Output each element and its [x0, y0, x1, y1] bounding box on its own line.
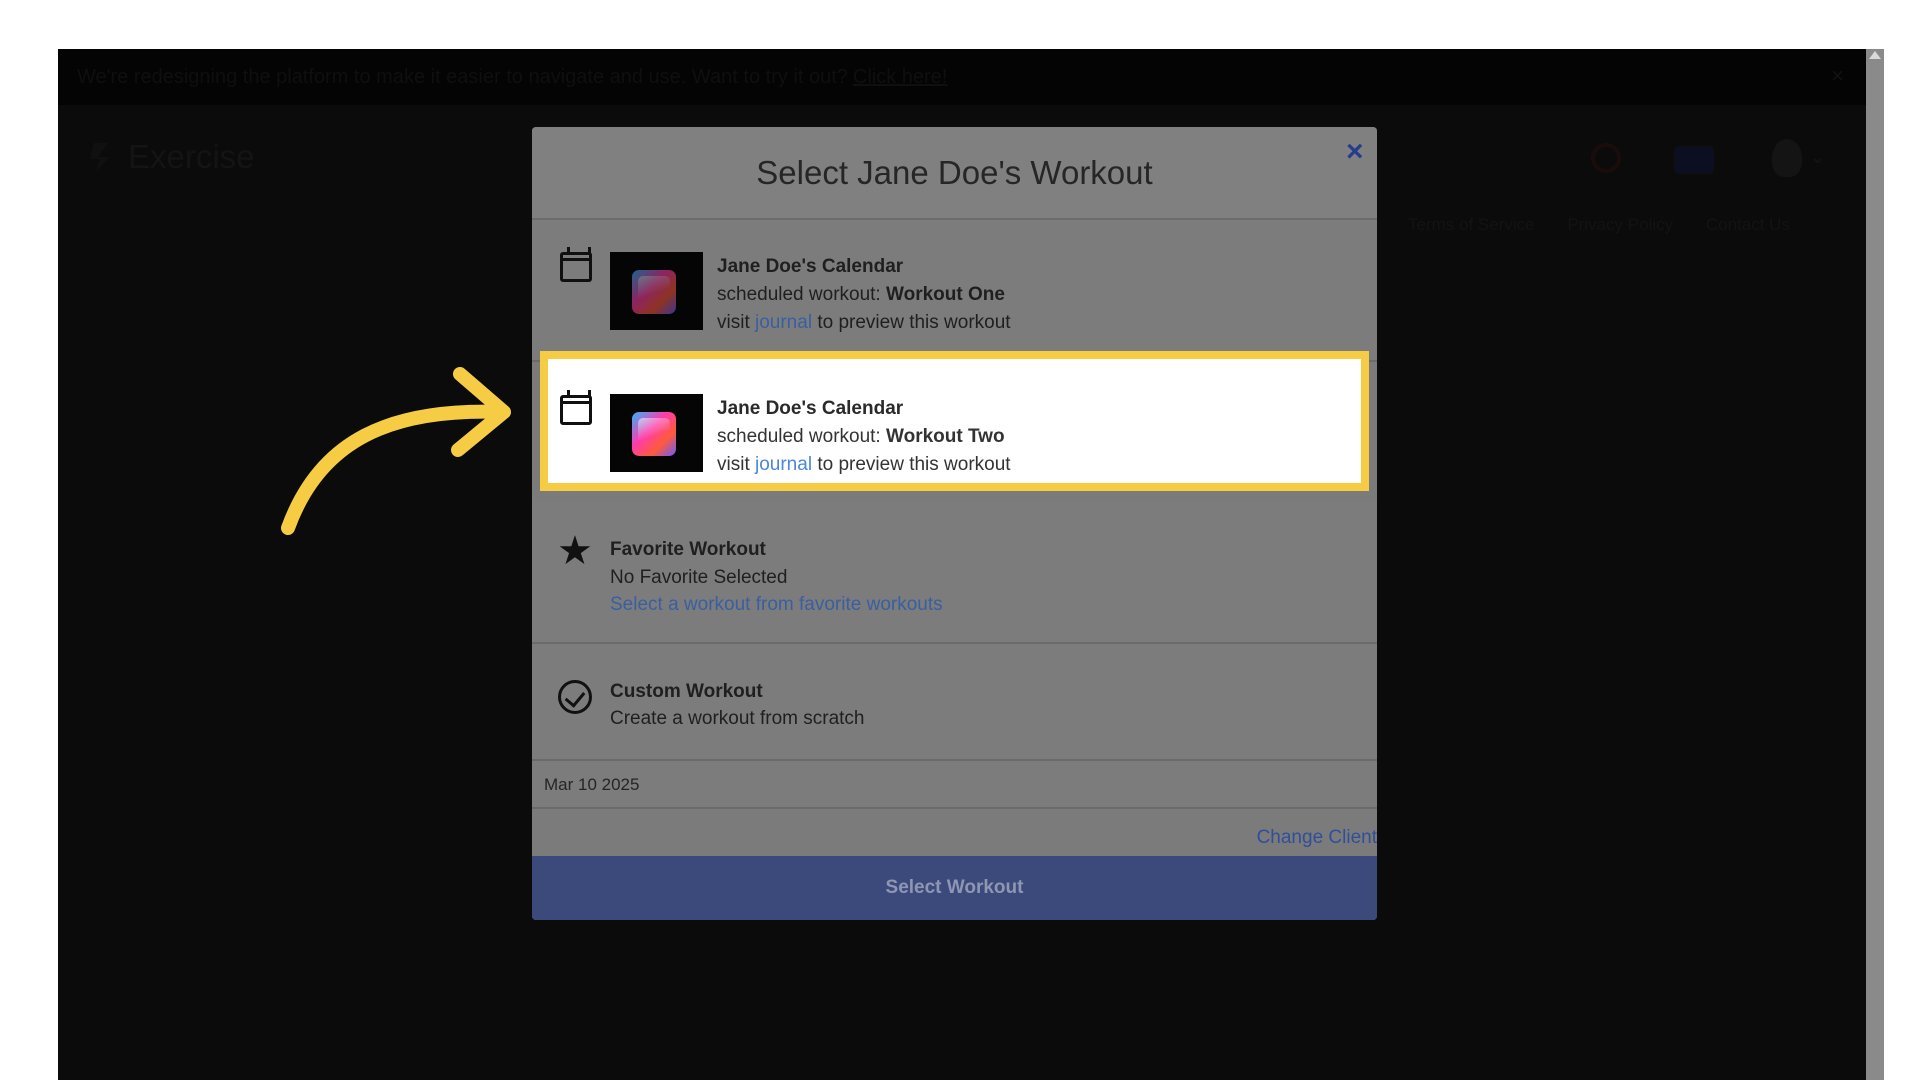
option-calendar-workout-one[interactable]: Jane Doe's Calendar scheduled workout: W… [532, 220, 1377, 362]
star-icon: ★ [557, 529, 593, 573]
workout-name: Workout Two [886, 426, 1005, 447]
notification-badge[interactable] [1674, 146, 1714, 174]
avatar[interactable] [1772, 139, 1802, 177]
footer-links: Terms of Service Privacy Policy Contact … [1408, 215, 1818, 235]
close-icon[interactable]: × [1346, 135, 1364, 169]
option-subtitle: Create a workout from scratch [610, 708, 865, 729]
option-calendar-workout-two[interactable]: Jane Doe's Calendar scheduled workout: W… [540, 351, 1369, 491]
privacy-link[interactable]: Privacy Policy [1567, 215, 1673, 234]
scroll-up-icon[interactable] [1869, 51, 1881, 59]
select-workout-modal: Select Jane Doe's Workout × Jane Doe's C… [532, 127, 1377, 920]
annotation-arrow-icon [281, 367, 511, 535]
workout-thumbnail [610, 252, 703, 330]
select-workout-button[interactable]: Select Workout [532, 856, 1377, 920]
option-scheduled-line: scheduled workout: Workout Two [717, 426, 1005, 447]
announcement-banner: We're redesigning the platform to make i… [58, 49, 1866, 105]
logo-icon [90, 143, 110, 171]
date-field[interactable]: Mar 10 2025 [532, 761, 1377, 809]
banner-link[interactable]: Click here! [853, 66, 947, 88]
journal-link[interactable]: journal [755, 312, 812, 333]
option-visit-line: visit journal to preview this workout [717, 454, 1011, 475]
option-custom-workout[interactable]: Custom Workout Create a workout from scr… [532, 644, 1377, 761]
option-title: Favorite Workout [610, 539, 766, 560]
banner-text: We're redesigning the platform to make i… [77, 66, 947, 89]
option-visit-line: visit journal to preview this workout [717, 312, 1011, 333]
banner-message: We're redesigning the platform to make i… [77, 66, 848, 88]
terms-link[interactable]: Terms of Service [1408, 215, 1535, 234]
check-circle-icon [558, 680, 592, 714]
calendar-icon [560, 247, 592, 282]
chevron-down-icon[interactable]: ⌄ [1810, 147, 1825, 168]
timer-icon[interactable] [1591, 143, 1621, 173]
option-subtitle: No Favorite Selected [610, 567, 788, 588]
option-title: Jane Doe's Calendar [717, 256, 904, 277]
banner-close-icon[interactable]: × [1831, 63, 1844, 89]
option-title: Custom Workout [610, 681, 763, 702]
workout-thumbnail [610, 394, 703, 472]
option-title: Jane Doe's Calendar [717, 398, 904, 419]
calendar-icon [560, 390, 592, 425]
contact-link[interactable]: Contact Us [1706, 215, 1790, 234]
date-value: Mar 10 2025 [544, 775, 640, 794]
scrollbar[interactable] [1866, 49, 1884, 1080]
app-title: Exercise [128, 138, 255, 175]
option-scheduled-line: scheduled workout: Workout One [717, 284, 1005, 305]
change-client-link[interactable]: Change Client [1257, 827, 1377, 849]
option-favorite-workout[interactable]: ★ Favorite Workout No Favorite Selected … [532, 502, 1377, 644]
favorite-workouts-link[interactable]: Select a workout from favorite workouts [610, 594, 943, 616]
workout-name: Workout One [886, 284, 1005, 305]
journal-link[interactable]: journal [755, 454, 812, 475]
modal-title: Select Jane Doe's Workout [532, 127, 1377, 220]
